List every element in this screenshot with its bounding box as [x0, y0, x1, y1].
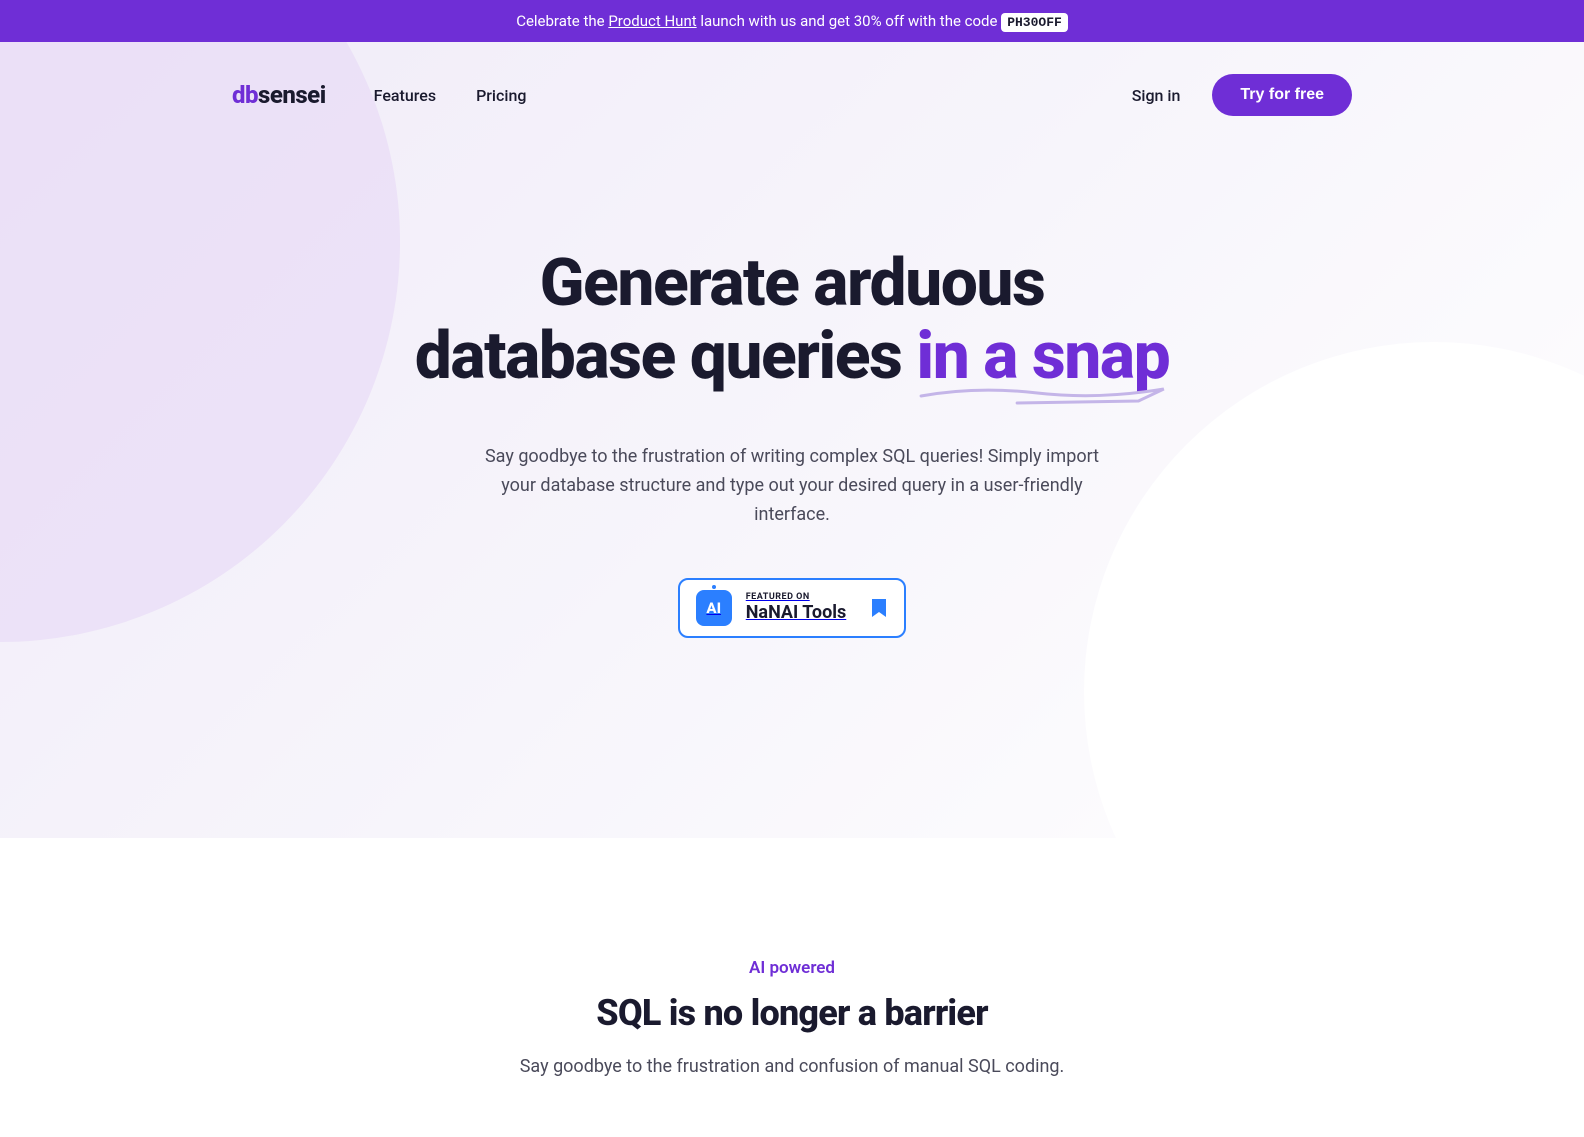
hero-title-line2-prefix: database queries: [415, 318, 902, 395]
section-ai-powered: AI powered SQL is no longer a barrier Sa…: [0, 838, 1584, 1137]
banner-prefix: Celebrate the: [516, 12, 608, 30]
bookmark-icon: [870, 597, 888, 619]
hero-title: Generate arduous database queries in a s…: [232, 248, 1352, 393]
section2-subtitle: Say goodbye to the frustration and confu…: [20, 1056, 1564, 1077]
hero-title-line1: Generate arduous: [540, 245, 1045, 322]
nav-link-pricing[interactable]: Pricing: [476, 86, 526, 105]
sign-in-link[interactable]: Sign in: [1132, 86, 1181, 105]
nav-right: Sign in Try for free: [1132, 74, 1352, 116]
nav-links: Features Pricing: [374, 86, 527, 105]
featured-badge[interactable]: AI FEATURED ON NaNAI Tools: [678, 578, 907, 638]
logo-prefix: db: [232, 81, 258, 109]
promo-banner: Celebrate the Product Hunt launch with u…: [0, 0, 1584, 42]
hero-subtitle: Say goodbye to the frustration of writin…: [472, 443, 1112, 529]
featured-name: NaNAI Tools: [746, 602, 847, 623]
featured-text: FEATURED ON NaNAI Tools: [746, 592, 847, 623]
underline-decoration-icon: [916, 381, 1169, 411]
promo-code: PH30OFF: [1001, 13, 1068, 32]
featured-label: FEATURED ON: [746, 592, 847, 602]
hero-section: dbsensei Features Pricing Sign in Try fo…: [0, 42, 1584, 838]
hero-content: Generate arduous database queries in a s…: [232, 148, 1352, 638]
ai-icon: AI: [696, 590, 732, 626]
logo[interactable]: dbsensei: [232, 81, 326, 109]
section2-label: AI powered: [20, 958, 1564, 978]
banner-suffix: launch with us and get 30% off with the …: [697, 12, 1002, 30]
logo-suffix: sensei: [258, 81, 326, 109]
ai-icon-text: AI: [706, 599, 721, 617]
nav-link-features[interactable]: Features: [374, 86, 436, 105]
main-navigation: dbsensei Features Pricing Sign in Try fo…: [232, 42, 1352, 148]
hero-title-highlight: in a snap: [916, 321, 1169, 394]
nav-left: dbsensei Features Pricing: [232, 81, 526, 109]
section2-title: SQL is no longer a barrier: [20, 992, 1564, 1034]
try-free-button[interactable]: Try for free: [1212, 74, 1352, 116]
product-hunt-link[interactable]: Product Hunt: [608, 12, 696, 30]
